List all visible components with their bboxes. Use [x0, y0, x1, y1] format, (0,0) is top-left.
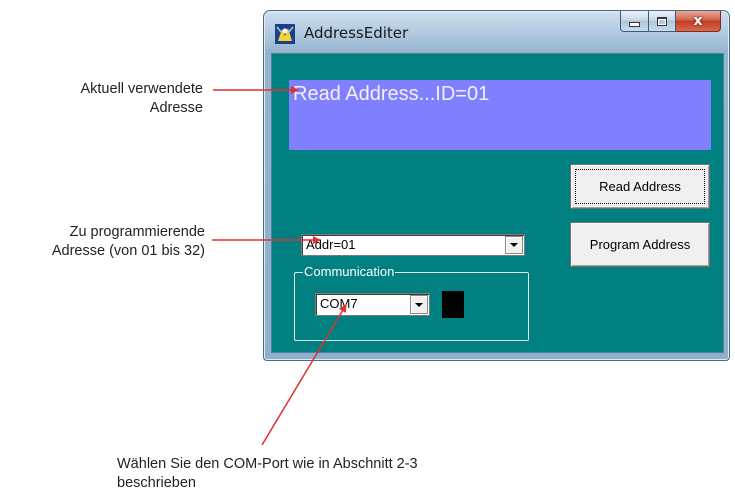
callout-arrows — [212, 86, 347, 446]
arrow-com-port — [261, 304, 347, 446]
